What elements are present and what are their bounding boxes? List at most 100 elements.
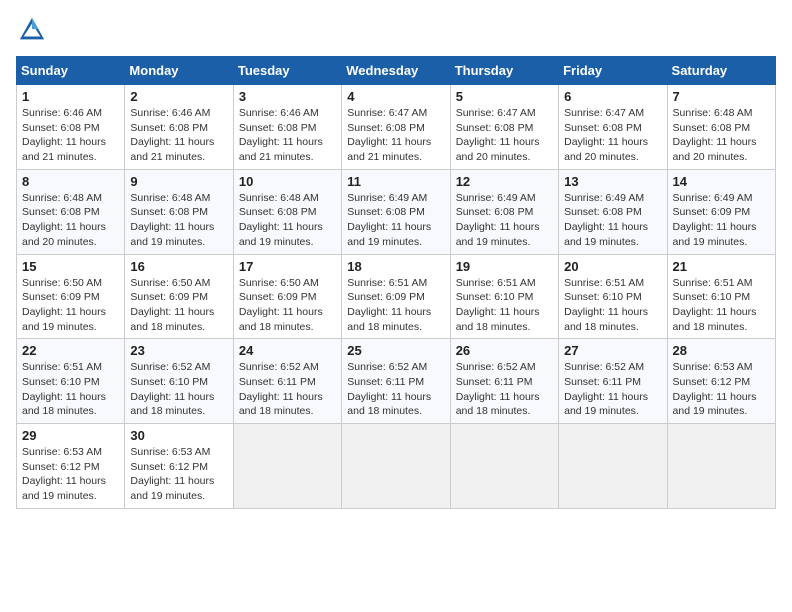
day-detail: Sunrise: 6:52 AMSunset: 6:10 PMDaylight:… [130,361,214,417]
calendar-cell-18: 18Sunrise: 6:51 AMSunset: 6:09 PMDayligh… [342,254,450,339]
calendar-cell-11: 11Sunrise: 6:49 AMSunset: 6:08 PMDayligh… [342,169,450,254]
calendar-header-tuesday: Tuesday [233,57,341,85]
day-detail: Sunrise: 6:46 AMSunset: 6:08 PMDaylight:… [22,107,106,163]
day-detail: Sunrise: 6:46 AMSunset: 6:08 PMDaylight:… [239,107,323,163]
calendar-cell-19: 19 Sunrise: 6:51 AMSunset: 6:10 PMDayligh… [450,254,558,339]
day-number: 30 [130,428,227,443]
calendar-cell-26: 26Sunrise: 6:52 AMSunset: 6:11 PMDayligh… [450,339,558,424]
calendar-cell-15: 15 Sunrise: 6:50 AMSunset: 6:09 PMDayligh… [17,254,125,339]
day-number: 8 [22,174,119,189]
calendar-header-monday: Monday [125,57,233,85]
day-detail: Sunrise: 6:51 AMSunset: 6:10 PMDaylight:… [564,277,648,333]
day-detail: Sunrise: 6:49 AMSunset: 6:08 PMDaylight:… [564,192,648,248]
day-number: 13 [564,174,661,189]
day-detail: Sunrise: 6:49 AMSunset: 6:09 PMDaylight:… [673,192,757,248]
calendar-cell-29: 29 Sunrise: 6:53 AMSunset: 6:12 PMDayligh… [17,424,125,509]
day-detail: Sunrise: 6:53 AMSunset: 6:12 PMDaylight:… [130,446,214,502]
calendar-cell-30: 30 Sunrise: 6:53 AMSunset: 6:12 PMDayligh… [125,424,233,509]
calendar-cell-empty [342,424,450,509]
calendar-cell-28: 28 Sunrise: 6:53 AMSunset: 6:12 PMDayligh… [667,339,775,424]
day-number: 6 [564,89,661,104]
calendar-cell-9: 9 Sunrise: 6:48 AMSunset: 6:08 PMDaylight… [125,169,233,254]
calendar-cell-3: 3 Sunrise: 6:46 AMSunset: 6:08 PMDaylight… [233,85,341,170]
calendar-cell-13: 13 Sunrise: 6:49 AMSunset: 6:08 PMDayligh… [559,169,667,254]
day-detail: Sunrise: 6:48 AMSunset: 6:08 PMDaylight:… [22,192,106,248]
day-detail: Sunrise: 6:47 AMSunset: 6:08 PMDaylight:… [456,107,540,163]
day-number: 4 [347,89,444,104]
calendar-header-friday: Friday [559,57,667,85]
calendar-week-5: 29 Sunrise: 6:53 AMSunset: 6:12 PMDayligh… [17,424,776,509]
calendar-cell-12: 12 Sunrise: 6:49 AMSunset: 6:08 PMDayligh… [450,169,558,254]
calendar-cell-16: 16Sunrise: 6:50 AMSunset: 6:09 PMDayligh… [125,254,233,339]
calendar-cell-4: 4 Sunrise: 6:47 AMSunset: 6:08 PMDaylight… [342,85,450,170]
day-detail: Sunrise: 6:51 AMSunset: 6:10 PMDaylight:… [22,361,106,417]
day-number: 15 [22,259,119,274]
calendar-week-4: 22 Sunrise: 6:51 AMSunset: 6:10 PMDayligh… [17,339,776,424]
logo-icon [18,16,46,44]
calendar-header-saturday: Saturday [667,57,775,85]
day-detail: Sunrise: 6:49 AMSunset: 6:08 PMDaylight:… [347,192,431,248]
calendar-table: SundayMondayTuesdayWednesdayThursdayFrid… [16,56,776,509]
day-number: 23 [130,343,227,358]
day-number: 7 [673,89,770,104]
calendar-header-wednesday: Wednesday [342,57,450,85]
calendar-week-3: 15 Sunrise: 6:50 AMSunset: 6:09 PMDayligh… [17,254,776,339]
day-number: 9 [130,174,227,189]
day-detail: Sunrise: 6:52 AMSunset: 6:11 PMDaylight:… [239,361,323,417]
calendar-cell-5: 5Sunrise: 6:47 AMSunset: 6:08 PMDaylight… [450,85,558,170]
calendar-cell-empty [450,424,558,509]
calendar-cell-10: 10 Sunrise: 6:48 AMSunset: 6:08 PMDayligh… [233,169,341,254]
calendar-cell-20: 20 Sunrise: 6:51 AMSunset: 6:10 PMDayligh… [559,254,667,339]
day-detail: Sunrise: 6:50 AMSunset: 6:09 PMDaylight:… [130,277,214,333]
calendar-cell-17: 17 Sunrise: 6:50 AMSunset: 6:09 PMDayligh… [233,254,341,339]
calendar-header-row: SundayMondayTuesdayWednesdayThursdayFrid… [17,57,776,85]
day-detail: Sunrise: 6:48 AMSunset: 6:08 PMDaylight:… [239,192,323,248]
calendar-cell-2: 2 Sunrise: 6:46 AMSunset: 6:08 PMDaylight… [125,85,233,170]
day-number: 25 [347,343,444,358]
day-detail: Sunrise: 6:52 AMSunset: 6:11 PMDaylight:… [456,361,540,417]
header [16,16,776,44]
day-number: 10 [239,174,336,189]
day-detail: Sunrise: 6:51 AMSunset: 6:10 PMDaylight:… [456,277,540,333]
calendar-cell-7: 7 Sunrise: 6:48 AMSunset: 6:08 PMDaylight… [667,85,775,170]
calendar-cell-empty [667,424,775,509]
calendar-cell-25: 25 Sunrise: 6:52 AMSunset: 6:11 PMDayligh… [342,339,450,424]
day-number: 21 [673,259,770,274]
calendar-cell-14: 14 Sunrise: 6:49 AMSunset: 6:09 PMDayligh… [667,169,775,254]
day-detail: Sunrise: 6:52 AMSunset: 6:11 PMDaylight:… [564,361,648,417]
calendar-cell-23: 23 Sunrise: 6:52 AMSunset: 6:10 PMDayligh… [125,339,233,424]
day-number: 27 [564,343,661,358]
day-number: 29 [22,428,119,443]
day-number: 14 [673,174,770,189]
calendar-week-1: 1Sunrise: 6:46 AMSunset: 6:08 PMDaylight… [17,85,776,170]
day-number: 17 [239,259,336,274]
day-detail: Sunrise: 6:51 AMSunset: 6:09 PMDaylight:… [347,277,431,333]
day-detail: Sunrise: 6:53 AMSunset: 6:12 PMDaylight:… [673,361,757,417]
day-number: 12 [456,174,553,189]
calendar-week-2: 8 Sunrise: 6:48 AMSunset: 6:08 PMDaylight… [17,169,776,254]
day-number: 28 [673,343,770,358]
day-detail: Sunrise: 6:52 AMSunset: 6:11 PMDaylight:… [347,361,431,417]
calendar-body: 1Sunrise: 6:46 AMSunset: 6:08 PMDaylight… [17,85,776,509]
day-number: 19 [456,259,553,274]
day-detail: Sunrise: 6:48 AMSunset: 6:08 PMDaylight:… [130,192,214,248]
calendar-cell-27: 27 Sunrise: 6:52 AMSunset: 6:11 PMDayligh… [559,339,667,424]
day-detail: Sunrise: 6:51 AMSunset: 6:10 PMDaylight:… [673,277,757,333]
calendar-cell-empty [233,424,341,509]
calendar-cell-8: 8 Sunrise: 6:48 AMSunset: 6:08 PMDaylight… [17,169,125,254]
day-detail: Sunrise: 6:48 AMSunset: 6:08 PMDaylight:… [673,107,757,163]
calendar-cell-1: 1Sunrise: 6:46 AMSunset: 6:08 PMDaylight… [17,85,125,170]
day-number: 20 [564,259,661,274]
day-detail: Sunrise: 6:53 AMSunset: 6:12 PMDaylight:… [22,446,106,502]
calendar-cell-22: 22 Sunrise: 6:51 AMSunset: 6:10 PMDayligh… [17,339,125,424]
day-detail: Sunrise: 6:46 AMSunset: 6:08 PMDaylight:… [130,107,214,163]
day-detail: Sunrise: 6:49 AMSunset: 6:08 PMDaylight:… [456,192,540,248]
day-number: 3 [239,89,336,104]
day-detail: Sunrise: 6:50 AMSunset: 6:09 PMDaylight:… [22,277,106,333]
calendar-cell-empty [559,424,667,509]
day-detail: Sunrise: 6:50 AMSunset: 6:09 PMDaylight:… [239,277,323,333]
day-number: 22 [22,343,119,358]
day-detail: Sunrise: 6:47 AMSunset: 6:08 PMDaylight:… [347,107,431,163]
calendar-cell-24: 24Sunrise: 6:52 AMSunset: 6:11 PMDayligh… [233,339,341,424]
day-number: 2 [130,89,227,104]
